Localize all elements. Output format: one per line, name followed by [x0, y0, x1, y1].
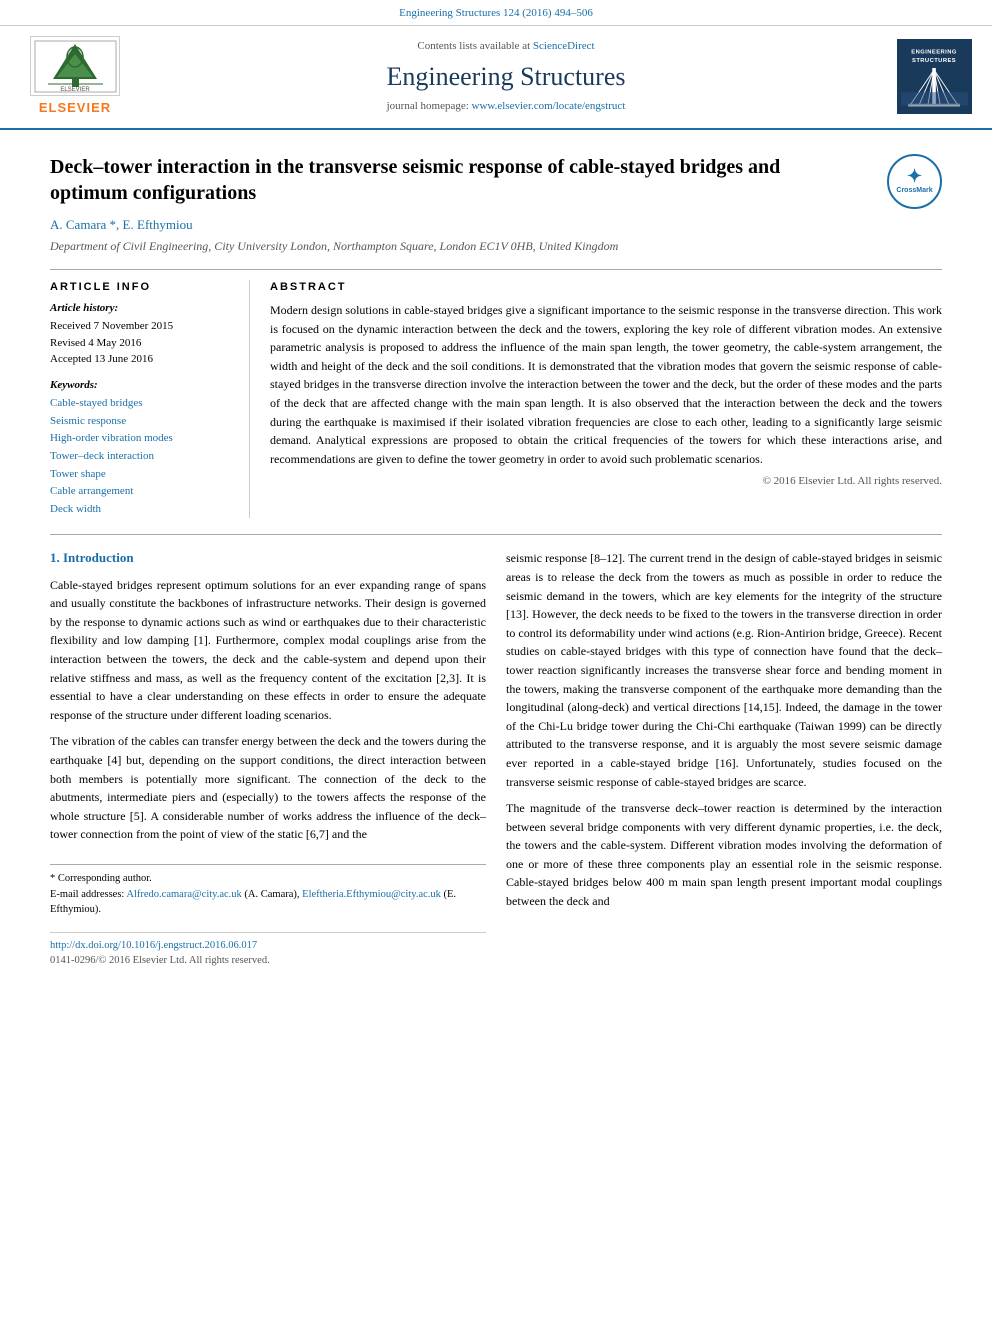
crossmark-badge[interactable]: ✦ CrossMark: [887, 154, 942, 209]
keyword-4: Tower–deck interaction: [50, 448, 239, 466]
svg-text:ENGINEERING: ENGINEERING: [911, 50, 957, 56]
journal-name: Engineering Structures: [140, 59, 872, 95]
journal-header: ELSEVIER ELSEVIER Contents lists availab…: [0, 26, 992, 129]
crossmark-symbol: ✦: [907, 167, 922, 185]
keywords-label: Keywords:: [50, 378, 239, 393]
author-affiliation: Department of Civil Engineering, City Un…: [50, 238, 942, 255]
right-paragraph-1: seismic response [8–12]. The current tre…: [506, 549, 942, 791]
intro-paragraph-1: Cable-stayed bridges represent optimum s…: [50, 576, 486, 725]
elsevier-brand-text: ELSEVIER: [39, 99, 111, 117]
sciencedirect-link-line: Contents lists available at ScienceDirec…: [140, 39, 872, 54]
journal-citation-bar: Engineering Structures 124 (2016) 494–50…: [0, 0, 992, 26]
abstract-heading: ABSTRACT: [270, 280, 942, 295]
abstract-text: Modern design solutions in cable-stayed …: [270, 301, 942, 468]
svg-text:ELSEVIER: ELSEVIER: [60, 87, 90, 93]
article-history: Article history: Received 7 November 201…: [50, 301, 239, 368]
keyword-6: Cable arrangement: [50, 483, 239, 501]
authors-text: A. Camara *, E. Efthymiou: [50, 217, 193, 232]
article-title-text: Deck–tower interaction in the transverse…: [50, 156, 780, 204]
engineering-structures-logo: ENGINEERING STRUCTURES: [897, 39, 972, 114]
keyword-5: Tower shape: [50, 466, 239, 484]
intro-paragraph-2: The vibration of the cables can transfer…: [50, 732, 486, 844]
issn-text: 0141-0296/© 2016 Elsevier Ltd. All right…: [50, 955, 270, 966]
sciencedirect-link[interactable]: ScienceDirect: [533, 40, 595, 52]
journal-citation: Engineering Structures 124 (2016) 494–50…: [399, 7, 593, 19]
copyright-notice: © 2016 Elsevier Ltd. All rights reserved…: [270, 474, 942, 489]
crossmark-label: CrossMark: [896, 186, 932, 195]
elsevier-logo-area: ELSEVIER ELSEVIER: [20, 36, 130, 117]
received-date: Received 7 November 2015: [50, 318, 239, 335]
footnote-area: * Corresponding author. E-mail addresses…: [50, 864, 486, 918]
article-info-heading: ARTICLE INFO: [50, 280, 239, 295]
svg-text:STRUCTURES: STRUCTURES: [912, 58, 956, 64]
body-right-column: seismic response [8–12]. The current tre…: [506, 549, 942, 968]
accepted-date: Accepted 13 June 2016: [50, 351, 239, 368]
email2-link[interactable]: Eleftheria.Efthymiou@city.ac.uk: [302, 889, 441, 900]
email1-author: (A. Camara),: [244, 889, 299, 900]
journal-homepage-line: journal homepage: www.elsevier.com/locat…: [140, 99, 872, 114]
doi-link[interactable]: http://dx.doi.org/10.1016/j.engstruct.20…: [50, 940, 257, 951]
revised-date: Revised 4 May 2016: [50, 335, 239, 352]
content-divider: [50, 534, 942, 535]
keywords-section: Keywords: Cable-stayed bridges Seismic r…: [50, 378, 239, 519]
journal-title-area: Contents lists available at ScienceDirec…: [140, 39, 872, 114]
article-meta-section: ARTICLE INFO Article history: Received 7…: [50, 269, 942, 519]
keyword-2: Seismic response: [50, 413, 239, 431]
article-title-area: Deck–tower interaction in the transverse…: [50, 154, 942, 206]
keyword-1: Cable-stayed bridges: [50, 395, 239, 413]
email-label: E-mail addresses:: [50, 889, 124, 900]
doi-footer: http://dx.doi.org/10.1016/j.engstruct.20…: [50, 932, 486, 968]
abstract-section: ABSTRACT Modern design solutions in cabl…: [270, 280, 942, 519]
elsevier-tree-logo: ELSEVIER: [30, 36, 120, 96]
paper-content: Deck–tower interaction in the transverse…: [0, 130, 992, 989]
keyword-3: High-order vibration modes: [50, 430, 239, 448]
history-label: Article history:: [50, 301, 239, 316]
email-footnote: E-mail addresses: Alfredo.camara@city.ac…: [50, 887, 486, 919]
authors-line: A. Camara *, E. Efthymiou: [50, 216, 942, 234]
article-info-column: ARTICLE INFO Article history: Received 7…: [50, 280, 250, 519]
eng-struct-logo-area: ENGINEERING STRUCTURES: [882, 39, 972, 114]
body-left-column: 1. Introduction Cable-stayed bridges rep…: [50, 549, 486, 968]
journal-homepage-link[interactable]: www.elsevier.com/locate/engstruct: [472, 100, 626, 112]
introduction-heading: 1. Introduction: [50, 549, 486, 567]
right-paragraph-2: The magnitude of the transverse deck–tow…: [506, 799, 942, 911]
keyword-7: Deck width: [50, 501, 239, 519]
body-columns: 1. Introduction Cable-stayed bridges rep…: [50, 549, 942, 968]
corresponding-author-note: * Corresponding author.: [50, 871, 486, 887]
email1-link[interactable]: Alfredo.camara@city.ac.uk: [126, 889, 241, 900]
